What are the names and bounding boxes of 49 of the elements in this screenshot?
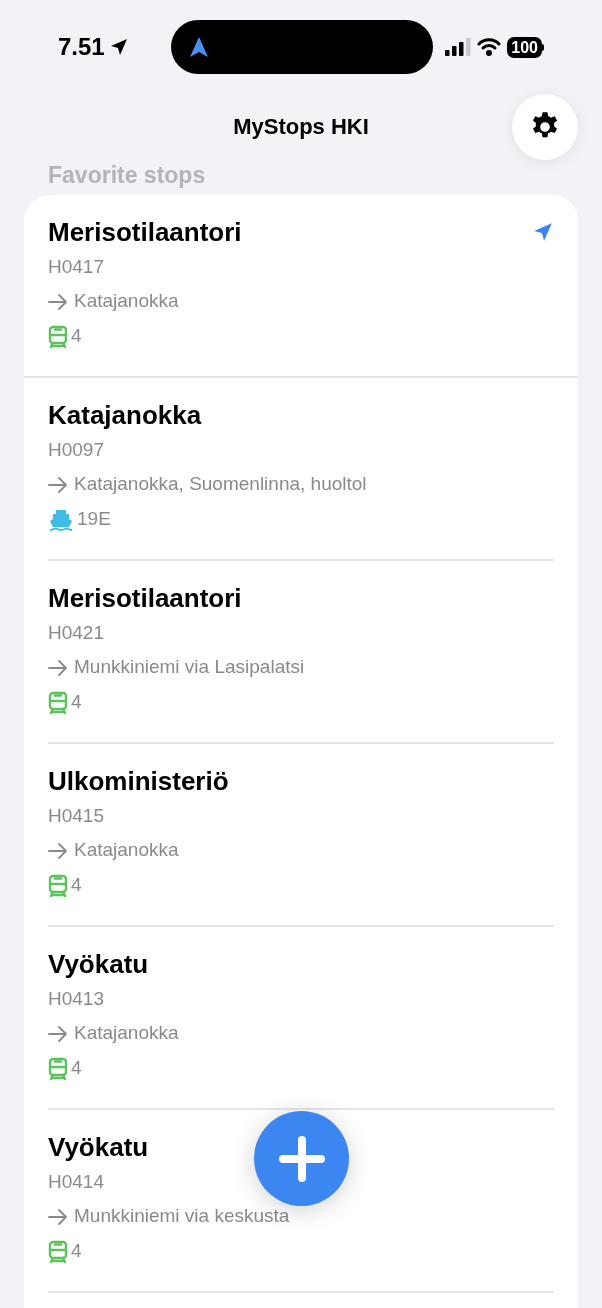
tram-icon xyxy=(48,324,68,349)
arrow-right-icon xyxy=(48,293,68,310)
stop-direction: Katajanokka xyxy=(74,1021,179,1046)
stop-name: Merisotilaantori xyxy=(48,216,242,249)
stop-row[interactable]: Vyökatu H0414 Munkkiniemi via keskusta 4 xyxy=(24,1110,578,1293)
arrow-right-icon xyxy=(48,659,68,676)
stop-name: Vyökatu xyxy=(48,1131,149,1164)
app-title: MyStops HKI xyxy=(233,112,369,141)
stop-row[interactable]: Ulkoministeriö H0415 Katajanokka 4 xyxy=(24,744,578,927)
tram-icon xyxy=(48,1056,68,1081)
arrow-right-icon xyxy=(48,1025,68,1042)
stop-row[interactable]: Merisotilaantori H0421 Munkkiniemi via Lasipalatsi 4 xyxy=(24,561,578,744)
tram-icon xyxy=(48,690,68,715)
stop-code: H0414 xyxy=(48,1170,105,1194)
stop-name: Ulkoministeriö xyxy=(48,765,229,798)
arrow-right-icon xyxy=(48,1208,68,1225)
route-number: 4 xyxy=(71,690,82,715)
stop-name: Vyökatu xyxy=(48,948,149,981)
route-number: 4 xyxy=(71,873,82,898)
tram-icon xyxy=(48,873,68,898)
stop-row[interactable]: Merisotilaantori H0417 Katajanokka 4 xyxy=(24,195,578,378)
status-time: 7.51 xyxy=(58,32,105,62)
stop-name: Katajanokka xyxy=(48,399,202,432)
stop-name: Merisotilaantori xyxy=(48,582,242,615)
stop-code: H0421 xyxy=(48,621,105,645)
battery-indicator: 100 xyxy=(507,36,542,58)
stop-row[interactable]: Katajanokka H0097 Katajanokka, Suomenlinna, huoltol 19E xyxy=(24,378,578,561)
route-number: 4 xyxy=(71,324,82,349)
stop-direction: Katajanokka xyxy=(74,289,179,314)
stop-row[interactable]: Vyökatu H0413 Katajanokka 4 xyxy=(24,927,578,1110)
stop-direction: Katajanokka, Suomenlinna, huoltol xyxy=(74,472,367,497)
stop-code: H0417 xyxy=(48,255,105,279)
route-number: 4 xyxy=(71,1239,82,1264)
navigation-arrow-icon xyxy=(188,36,209,58)
section-title: Favorite stops xyxy=(48,161,206,191)
stop-code: H0413 xyxy=(48,987,105,1011)
wifi-icon xyxy=(477,38,502,56)
tram-icon xyxy=(48,1239,68,1264)
stop-code: H0415 xyxy=(48,804,105,828)
route-number: 4 xyxy=(71,1056,82,1081)
arrow-right-icon xyxy=(48,842,68,859)
signal-icon xyxy=(445,38,472,56)
plus-icon xyxy=(278,1135,325,1182)
route-number: 19E xyxy=(77,507,111,532)
arrow-right-icon xyxy=(48,476,68,493)
stop-direction: Munkkiniemi via keskusta xyxy=(74,1204,290,1229)
stop-direction: Munkkiniemi via Lasipalatsi xyxy=(74,655,305,680)
stop-direction: Katajanokka xyxy=(74,838,179,863)
stop-code: H0097 xyxy=(48,438,105,462)
